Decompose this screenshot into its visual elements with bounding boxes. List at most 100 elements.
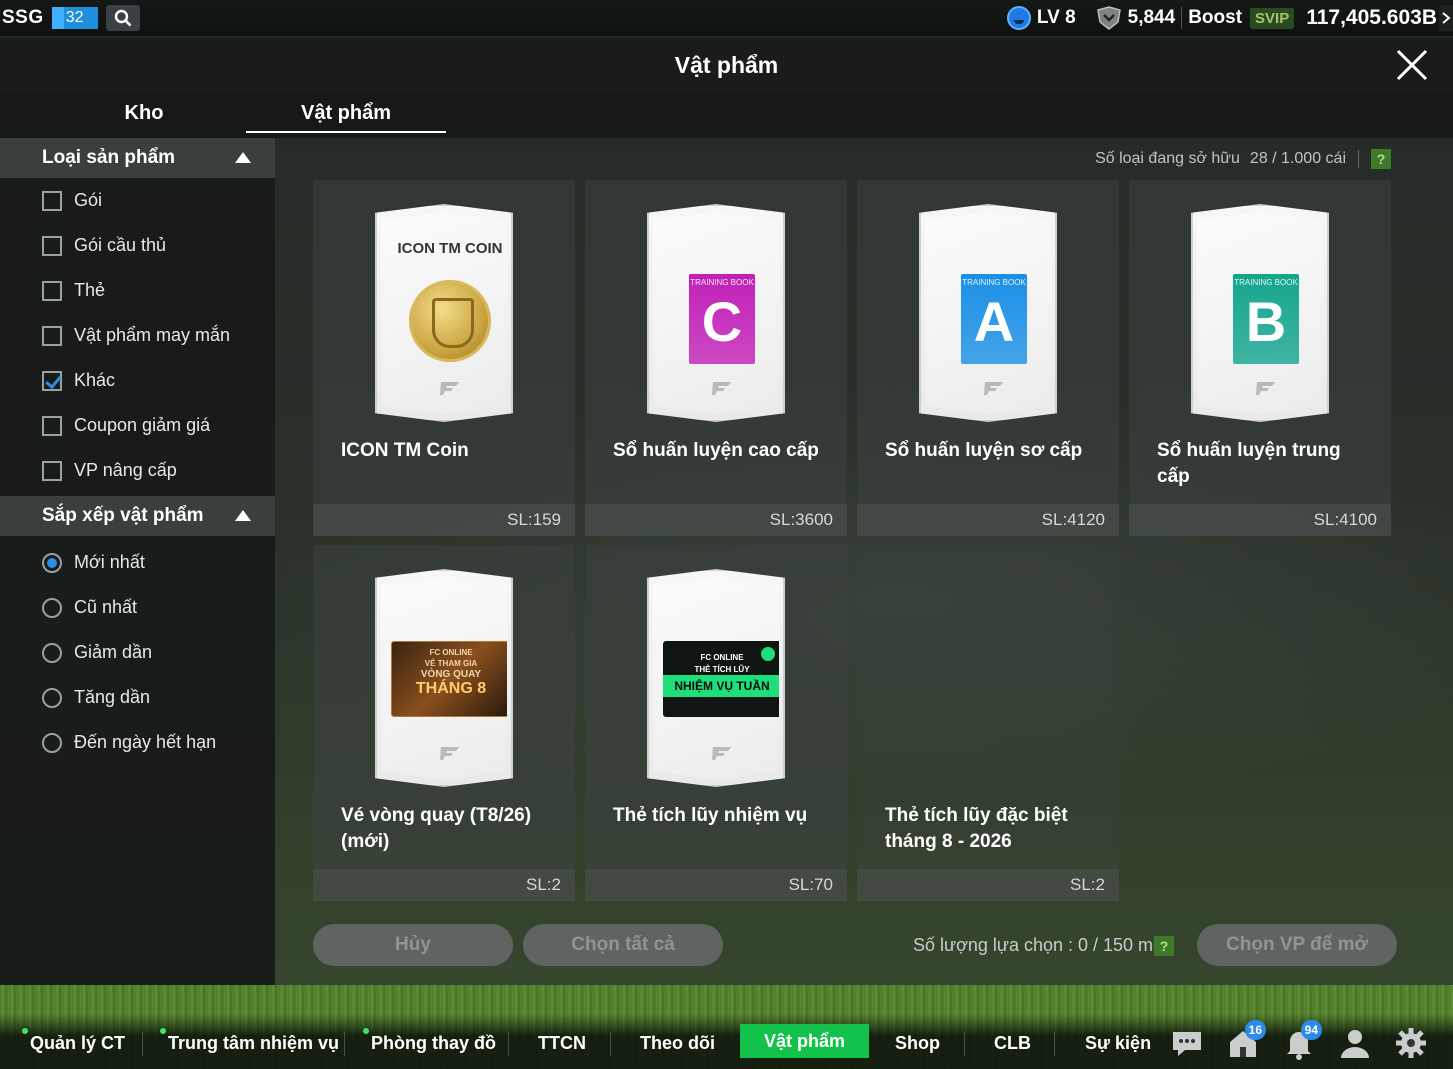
nav-phong-thay-do[interactable]: Phòng thay đồ <box>363 1028 496 1058</box>
sort-option[interactable]: Tăng dần <box>0 675 275 720</box>
sort-option-label: Mới nhất <box>74 552 145 572</box>
sort-option-label: Giảm dần <box>74 642 153 662</box>
mission-card-icon: FC ONLINE THẺ TÍCH LŨY NHIỆM VỤ TUẦN <box>663 641 779 717</box>
checkbox[interactable] <box>42 415 62 436</box>
category-list: Gói Gói cầu thủ Thẻ Vật phẩm may mắn Khác Cou… <box>0 178 275 493</box>
sort-section-header[interactable]: Sắp xếp vật phẩm <box>0 496 275 536</box>
tab-vat-pham[interactable]: Vật phẩm <box>246 92 446 134</box>
item-quantity: SL:4120 <box>857 504 1119 536</box>
book-label: TRAINING BOOK <box>690 278 754 287</box>
tab-bar: Kho Vật phẩm <box>0 92 1453 138</box>
checkbox[interactable] <box>42 190 62 211</box>
rank-shield-icon <box>1096 6 1121 30</box>
sort-option[interactable]: Mới nhất <box>0 540 275 585</box>
item-card-art: TRAINING BOOK C <box>647 204 785 422</box>
level-text: LV 8 <box>1036 7 1076 28</box>
card-face: FC ONLINE VÉ THAM GIA VÒNG QUAY THÁNG 8 <box>381 577 507 779</box>
sort-option-label: Tăng dần <box>74 687 151 707</box>
checkbox[interactable] <box>42 280 62 301</box>
selection-count: Số lượng lựa chọn : 0 / 150 món <box>913 935 1174 955</box>
nav-divider <box>344 1032 345 1056</box>
points-value: 5,844 <box>1127 7 1176 28</box>
radio-button[interactable] <box>42 732 62 753</box>
tab-kho[interactable]: Kho <box>44 92 244 134</box>
nav-shop[interactable]: Shop <box>895 1028 940 1058</box>
item-quantity: SL:4100 <box>1129 504 1391 536</box>
sort-option[interactable]: Giảm dần <box>0 630 275 675</box>
nav-theo-doi[interactable]: Theo dõi <box>640 1028 715 1058</box>
nav-clb[interactable]: CLB <box>994 1028 1031 1058</box>
mission-title: NHIỆM VỤ TUẦN <box>674 679 770 693</box>
item-card[interactable]: TRAINING BOOK C Sổ huấn luyện cao cấp SL… <box>585 180 847 536</box>
checkbox[interactable] <box>42 235 62 256</box>
open-items-button[interactable]: Chọn VP để mở <box>1197 924 1397 966</box>
notification-badge: 94 <box>1300 1020 1322 1040</box>
item-card-art: TRAINING BOOK A <box>919 204 1057 422</box>
modal-title: Vật phẩm <box>674 51 779 78</box>
checkbox[interactable] <box>42 325 62 346</box>
help-icon[interactable]: ? <box>1371 149 1391 169</box>
radio-button[interactable] <box>42 687 62 708</box>
item-name: Thẻ tích lũy đặc biệt tháng 8 - 2026 <box>885 805 1068 852</box>
category-option[interactable]: Gói cầu thủ <box>0 223 275 268</box>
selection-help-icon[interactable]: ? <box>1154 936 1174 956</box>
sort-option[interactable]: Cũ nhất <box>0 585 275 630</box>
mission-line: THẺ TÍCH LŨY <box>694 665 750 674</box>
select-all-button[interactable]: Chọn tất cả <box>523 924 723 966</box>
fc-logo-icon <box>1256 382 1275 395</box>
training-book-icon: TRAINING BOOK C <box>689 274 757 364</box>
item-card[interactable]: ICON TM COIN ICON TM Coin SL:159 <box>313 180 575 536</box>
book-label: TRAINING BOOK <box>1234 278 1298 287</box>
category-option[interactable]: Gói <box>0 178 275 223</box>
nav-su-kien[interactable]: Sự kiện <box>1085 1028 1151 1058</box>
nav-ttcn[interactable]: TTCN <box>538 1028 586 1058</box>
home-button[interactable]: 16 <box>1226 1020 1266 1060</box>
radio-button[interactable] <box>42 552 62 573</box>
category-option-label: Coupon giảm giá <box>74 415 211 435</box>
item-card[interactable]: FC ONLINE VÉ THAM GIA VÒNG QUAY THÁNG 8 … <box>313 545 575 901</box>
item-quantity: SL:70 <box>585 869 847 901</box>
item-card[interactable]: FC ONLINE THẺ TÍCH LŨY NHIỆM VỤ TUẦN Thẻ… <box>585 545 847 901</box>
settings-button[interactable] <box>1394 1026 1428 1060</box>
new-dot-icon <box>160 1028 166 1034</box>
category-option[interactable]: Khác <box>0 358 275 403</box>
fc-logo-icon <box>712 747 731 760</box>
sort-option[interactable]: Đến ngày hết hạn <box>0 720 275 765</box>
item-card-art: FC ONLINE THẺ TÍCH LŨY NHIỆM VỤ TUẦN <box>647 569 785 787</box>
item-card[interactable]: Thẻ tích lũy đặc biệt tháng 8 - 2026 SL:… <box>857 545 1119 901</box>
fc-logo-icon <box>984 382 1003 395</box>
gear-icon <box>1396 1028 1426 1058</box>
category-option[interactable]: Coupon giảm giá <box>0 403 275 448</box>
item-card[interactable]: TRAINING BOOK B Sổ huấn luyện trung cấp … <box>1129 180 1391 536</box>
card-face: ICON TM COIN <box>381 212 507 414</box>
category-section-header[interactable]: Loại sản phẩm <box>0 138 275 178</box>
item-quantity: SL:159 <box>313 504 575 536</box>
nav-vat-pham[interactable]: Vật phẩm <box>740 1024 870 1058</box>
checkbox[interactable] <box>42 370 62 391</box>
item-card[interactable]: TRAINING BOOK A Sổ huấn luyện sơ cấp SL:… <box>857 180 1119 536</box>
profile-button[interactable] <box>1338 1026 1372 1060</box>
search-button[interactable] <box>105 5 140 31</box>
spin-ticket-icon: FC ONLINE VÉ THAM GIA VÒNG QUAY THÁNG 8 <box>391 641 507 717</box>
category-option[interactable]: Vật phẩm may mắn <box>0 313 275 358</box>
boost-label: Boost <box>1188 7 1243 28</box>
cancel-button[interactable]: Hủy <box>313 924 513 966</box>
item-name: Sổ huấn luyện cao cấp <box>613 440 819 461</box>
owned-divider <box>1358 150 1359 168</box>
item-card-art: TRAINING BOOK B <box>1191 204 1329 422</box>
notification-button[interactable]: 94 <box>1282 1020 1322 1060</box>
category-option[interactable]: VP nâng cấp <box>0 448 275 493</box>
close-icon[interactable] <box>1395 48 1429 82</box>
nav-divider <box>1054 1032 1055 1056</box>
radio-button[interactable] <box>42 642 62 663</box>
checkbox[interactable] <box>42 460 62 481</box>
bottom-navigation: Quản lý CT Trung tâm nhiệm vụ Phòng thay… <box>0 1014 1453 1069</box>
nav-divider <box>964 1032 965 1056</box>
category-option[interactable]: Thẻ <box>0 268 275 313</box>
radio-button[interactable] <box>42 597 62 618</box>
training-book-icon: TRAINING BOOK B <box>1233 274 1301 364</box>
new-dot-icon <box>363 1028 369 1034</box>
nav-trung-tam-nhiem-vu[interactable]: Trung tâm nhiệm vụ <box>160 1028 339 1058</box>
nav-quan-ly-ct[interactable]: Quản lý CT <box>22 1028 125 1058</box>
chat-button[interactable] <box>1170 1026 1204 1060</box>
